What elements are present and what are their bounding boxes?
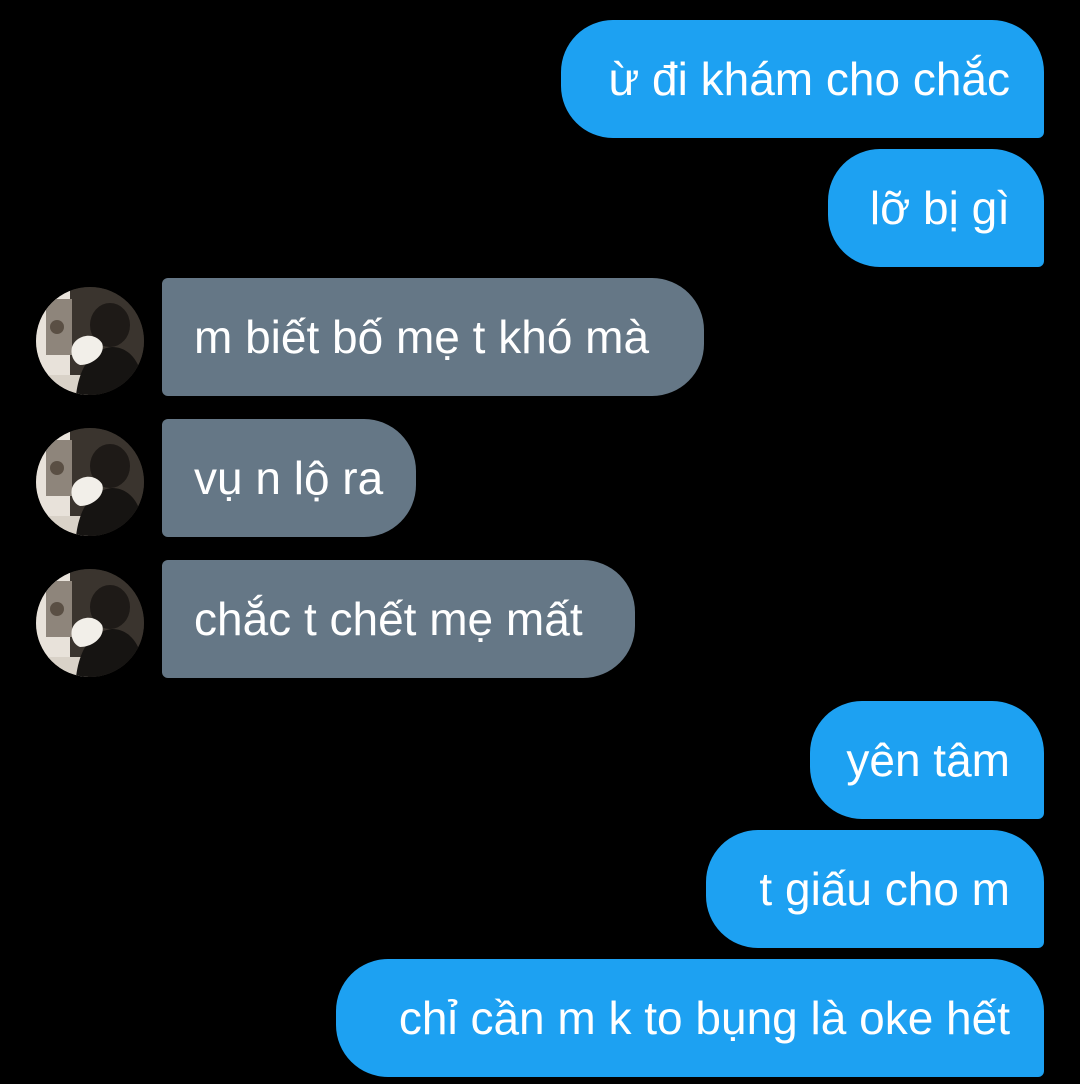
- message-text: t giấu cho m: [759, 863, 1010, 915]
- avatar-photo-icon: [36, 428, 144, 536]
- avatar-photo-icon: [36, 287, 144, 395]
- message-text: m biết bố mẹ t khó mà: [194, 311, 650, 363]
- message-bubble-received[interactable]: chắc t chết mẹ mất: [162, 560, 635, 678]
- message-bubble-sent[interactable]: lỡ bị gì: [828, 149, 1044, 267]
- message-bubble-sent[interactable]: chỉ cần m k to bụng là oke hết: [336, 959, 1044, 1077]
- contact-avatar[interactable]: [36, 287, 144, 395]
- message-text: chắc t chết mẹ mất: [194, 593, 583, 645]
- message-text: vụ n lộ ra: [194, 452, 384, 504]
- message-text: lỡ bị gì: [869, 182, 1010, 234]
- message-bubble-sent[interactable]: t giấu cho m: [706, 830, 1044, 948]
- avatar-photo-icon: [36, 569, 144, 677]
- contact-avatar[interactable]: [36, 569, 144, 677]
- contact-avatar[interactable]: [36, 428, 144, 536]
- message-text: yên tâm: [846, 734, 1010, 786]
- message-bubble-received[interactable]: m biết bố mẹ t khó mà: [162, 278, 704, 396]
- message-bubble-sent[interactable]: ừ đi khám cho chắc: [561, 20, 1044, 138]
- message-bubble-received[interactable]: vụ n lộ ra: [162, 419, 416, 537]
- message-text: ừ đi khám cho chắc: [608, 53, 1010, 105]
- message-text: chỉ cần m k to bụng là oke hết: [398, 992, 1010, 1044]
- message-bubble-sent[interactable]: yên tâm: [810, 701, 1044, 819]
